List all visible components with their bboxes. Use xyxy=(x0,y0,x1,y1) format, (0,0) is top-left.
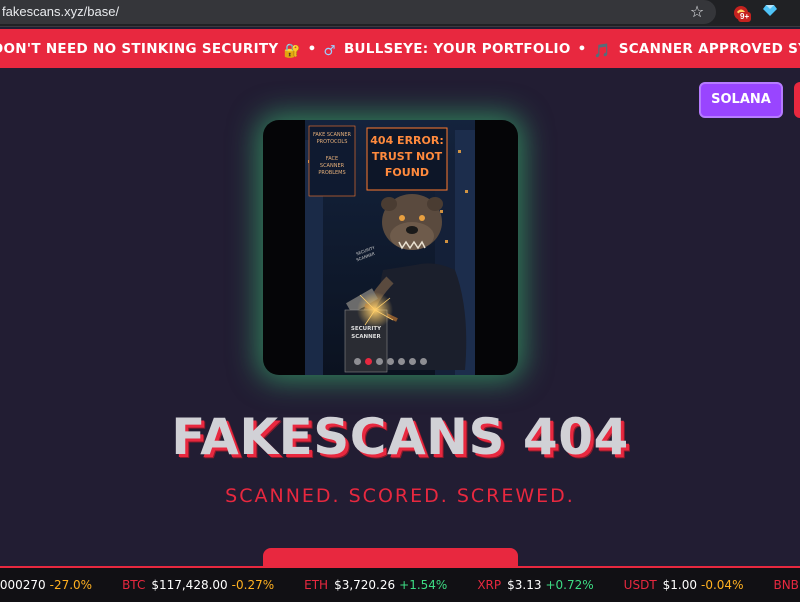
slide-headline-1: 404 ERROR: xyxy=(370,134,443,147)
page-title: FAKESCANS 404 xyxy=(171,408,629,466)
ticker-price: $1.00 xyxy=(662,578,698,592)
ticker-symbol: BTC xyxy=(122,578,146,592)
carousel-dot[interactable] xyxy=(354,358,361,365)
connect-wallet-button[interactable] xyxy=(794,82,800,118)
tagline: SCANNED. SCORED. SCREWED. xyxy=(225,485,575,507)
ticker-price: $3,720.26 xyxy=(334,578,396,592)
ticker-separator: • xyxy=(307,41,317,57)
ticker-price: $117,428.00 xyxy=(151,578,228,592)
ticker-symbol: ETH xyxy=(304,578,329,592)
slide-sign-3: FACE xyxy=(326,156,338,162)
ticker-change: +0.72% xyxy=(545,578,594,592)
extension-badge: 9+ xyxy=(738,12,752,22)
ticker-symbol: BNB xyxy=(773,578,799,592)
ticker-symbol: USDT xyxy=(623,578,657,592)
price-ticker-item: USDT $1.00 -0.04% xyxy=(624,578,744,592)
slide-sign-5: PROBLEMS xyxy=(318,170,345,176)
carousel-dot[interactable] xyxy=(398,358,405,365)
browser-toolbar: fakescans.xyz/base/ ☆ 9+ xyxy=(0,0,800,27)
music-note-icon: 🎵 xyxy=(593,43,611,59)
slide-sign-4: SCANNER xyxy=(320,163,345,169)
ticker-item: ♂ BULLSEYE: YOUR PORTFOLIO xyxy=(323,41,571,59)
lock-icon: 🔐 xyxy=(283,43,301,59)
carousel-pagination xyxy=(263,358,518,368)
slide-sign-1: FAKE SCANNER xyxy=(313,132,352,138)
ticker-change: -0.27% xyxy=(231,578,275,592)
price-ticker: .000270 -27.0% BTC $117,428.00 -0.27% ETH $3,7… xyxy=(0,566,800,602)
price-ticker-item: XRP $3.13 +0.72% xyxy=(477,578,593,592)
ticker-item: ♂🎵SCANNER APPROVED SYMPHONY IN R xyxy=(593,41,800,59)
slide-sign-2: PROTOCOLS xyxy=(317,139,348,145)
solana-network-button[interactable]: SOLANA xyxy=(699,82,783,118)
ticker-separator: • xyxy=(577,41,587,57)
url-text[interactable]: fakescans.xyz/base/ xyxy=(2,4,119,19)
carousel-dot[interactable] xyxy=(387,358,394,365)
ticker-price: .000270 xyxy=(0,578,46,592)
carousel-dot[interactable] xyxy=(409,358,416,365)
ticker-price: $3.13 xyxy=(507,578,542,592)
ticker-item: DON'T NEED NO STINKING SECURITY 🔐 xyxy=(0,41,301,59)
ticker-change: -27.0% xyxy=(49,578,93,592)
image-carousel[interactable]: 404 ERROR: TRUST NOT FOUND FAKE SCANNER … xyxy=(263,120,518,375)
address-bar[interactable]: fakescans.xyz/base/ xyxy=(0,0,716,24)
slide-box-2: SCANNER xyxy=(351,334,381,340)
gem-extension-icon[interactable] xyxy=(763,3,777,17)
bookmark-star-icon[interactable]: ☆ xyxy=(686,1,708,23)
price-ticker-item: BNB$782.70+1% xyxy=(773,578,800,592)
male-sign-icon: ♂ xyxy=(323,43,336,59)
price-ticker-item: BTC $117,428.00 -0.27% xyxy=(122,578,274,592)
slide-headline-3: FOUND xyxy=(385,166,429,179)
carousel-dot[interactable] xyxy=(365,358,372,365)
slide-headline-2: TRUST NOT xyxy=(372,150,443,163)
carousel-slide-image: 404 ERROR: TRUST NOT FOUND FAKE SCANNER … xyxy=(305,120,475,375)
ticker-change: +1.54% xyxy=(399,578,448,592)
announcement-ticker: DON'T NEED NO STINKING SECURITY 🔐 • ♂ BULLSE… xyxy=(0,29,800,68)
price-ticker-item: ETH $3,720.26 +1.54% xyxy=(304,578,447,592)
price-ticker-item: .000270 -27.0% xyxy=(0,578,92,592)
ticker-change: -0.04% xyxy=(701,578,744,592)
carousel-dot[interactable] xyxy=(420,358,427,365)
ticker-symbol: XRP xyxy=(477,578,502,592)
carousel-dot[interactable] xyxy=(376,358,383,365)
